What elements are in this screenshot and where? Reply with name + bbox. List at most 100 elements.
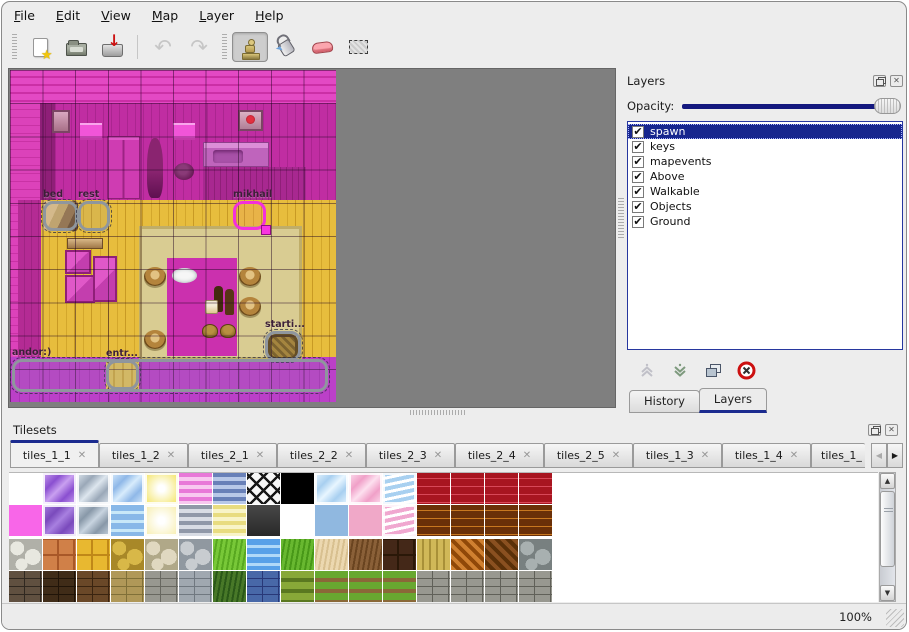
tile-swatch[interactable] [247, 539, 280, 570]
tile-swatch[interactable] [485, 571, 518, 602]
tile-swatch[interactable] [383, 505, 416, 536]
tile-swatch[interactable] [247, 473, 280, 504]
map-canvas[interactable]: bedrestmikhailstarti...entr...andor:) [10, 70, 336, 402]
tile-swatch[interactable] [43, 571, 76, 602]
layer-visibility-checkbox[interactable]: ✔ [632, 186, 644, 198]
delete-layer-button[interactable] [734, 358, 758, 382]
tile-swatch[interactable] [451, 505, 484, 536]
tileset-tab-tiles_2_2[interactable]: tiles_2_2✕ [277, 443, 366, 468]
lower-layer-button[interactable] [668, 358, 692, 382]
close-tab-icon[interactable]: ✕ [256, 450, 264, 461]
layer-row-walkable[interactable]: ✔Walkable [628, 184, 902, 199]
tile-swatch[interactable] [179, 539, 212, 570]
float-panel-button[interactable] [873, 75, 886, 87]
tileset-tab-tiles_1_2[interactable]: tiles_1_2✕ [99, 443, 188, 468]
tile-swatch[interactable] [315, 505, 348, 536]
stamp-tool-button[interactable] [232, 32, 268, 62]
tile-swatch[interactable] [451, 571, 484, 602]
tileset-scrollbar[interactable]: ▲ ▼ [879, 472, 896, 602]
scroll-down-button[interactable]: ▼ [880, 585, 895, 601]
tile-swatch[interactable] [43, 505, 76, 536]
tile-swatch[interactable] [179, 473, 212, 504]
slider-handle[interactable] [874, 98, 901, 114]
tileset-tab-tiles_1_3[interactable]: tiles_1_3✕ [633, 443, 722, 468]
tile-swatch[interactable] [417, 539, 450, 570]
tile-swatch[interactable] [179, 505, 212, 536]
undo-button[interactable]: ↶ [145, 32, 181, 62]
tile-palette[interactable] [9, 472, 878, 602]
menu-item-edit[interactable]: Edit [56, 8, 80, 23]
map-object-starti[interactable] [265, 331, 301, 361]
close-tab-icon[interactable]: ✕ [78, 450, 86, 461]
tile-swatch[interactable] [315, 539, 348, 570]
tile-swatch[interactable] [417, 571, 450, 602]
redo-button[interactable]: ↷ [181, 32, 217, 62]
layer-visibility-checkbox[interactable]: ✔ [632, 126, 644, 138]
close-panel-button[interactable]: ✕ [890, 75, 903, 87]
tile-swatch[interactable] [145, 571, 178, 602]
close-tab-icon[interactable]: ✕ [790, 450, 798, 461]
eraser-tool-button[interactable] [304, 32, 340, 62]
tileset-tab-tiles_1_1[interactable]: tiles_1_1✕ [10, 440, 99, 468]
tile-swatch[interactable] [111, 571, 144, 602]
tile-swatch[interactable] [451, 473, 484, 504]
map-object-mikhail[interactable] [233, 201, 266, 230]
float-panel-button[interactable] [868, 424, 881, 436]
layer-row-objects[interactable]: ✔Objects [628, 199, 902, 214]
tile-swatch[interactable] [349, 539, 382, 570]
dock-tab-layers[interactable]: Layers [699, 388, 767, 413]
tile-swatch[interactable] [485, 473, 518, 504]
scroll-up-button[interactable]: ▲ [880, 473, 895, 489]
tile-swatch[interactable] [485, 505, 518, 536]
tile-swatch[interactable] [485, 539, 518, 570]
menu-item-file[interactable]: File [14, 8, 35, 23]
layer-row-above[interactable]: ✔Above [628, 169, 902, 184]
scroll-tabs-left-button[interactable]: ◀ [871, 443, 887, 468]
close-tab-icon[interactable]: ✕ [701, 450, 709, 461]
map-viewport[interactable]: bedrestmikhailstarti...entr...andor:) [8, 68, 616, 408]
tileset-tab-tiles_1_4[interactable]: tiles_1_4✕ [722, 443, 811, 468]
tile-swatch[interactable] [111, 539, 144, 570]
toolbar-drag-handle[interactable] [222, 34, 227, 60]
scroll-tabs-right-button[interactable]: ▶ [887, 443, 903, 468]
tile-swatch[interactable] [349, 473, 382, 504]
resize-grip[interactable] [886, 609, 904, 627]
menu-item-layer[interactable]: Layer [199, 8, 234, 23]
opacity-slider[interactable] [682, 98, 901, 114]
close-panel-button[interactable]: ✕ [885, 424, 898, 436]
tile-swatch[interactable] [281, 571, 314, 602]
tileset-tab-tiles_2_5[interactable]: tiles_2_5✕ [544, 443, 633, 468]
save-button[interactable] [94, 32, 130, 62]
tile-swatch[interactable] [383, 473, 416, 504]
tile-swatch[interactable] [111, 473, 144, 504]
layer-row-keys[interactable]: ✔keys [628, 139, 902, 154]
tile-swatch[interactable] [145, 539, 178, 570]
fill-tool-button[interactable] [268, 32, 304, 62]
tile-swatch[interactable] [315, 571, 348, 602]
tile-swatch[interactable] [281, 539, 314, 570]
menu-item-map[interactable]: Map [152, 8, 178, 23]
slider-track[interactable] [682, 104, 897, 109]
layer-row-ground[interactable]: ✔Ground [628, 214, 902, 229]
tile-swatch[interactable] [9, 505, 42, 536]
tile-swatch[interactable] [247, 571, 280, 602]
tile-swatch[interactable] [451, 539, 484, 570]
duplicate-layer-button[interactable] [701, 358, 725, 382]
close-tab-icon[interactable]: ✕ [523, 450, 531, 461]
map-object-andor[interactable] [12, 359, 328, 392]
tile-swatch[interactable] [9, 473, 42, 504]
open-file-button[interactable] [58, 32, 94, 62]
layer-visibility-checkbox[interactable]: ✔ [632, 141, 644, 153]
tileset-tab-tiles_2_4[interactable]: tiles_2_4✕ [455, 443, 544, 468]
tileset-tab-tiles_1_[interactable]: tiles_1_ [811, 443, 865, 468]
close-tab-icon[interactable]: ✕ [345, 450, 353, 461]
tile-swatch[interactable] [383, 571, 416, 602]
tile-swatch[interactable] [77, 505, 110, 536]
tile-swatch[interactable] [77, 539, 110, 570]
scrollbar-thumb[interactable] [880, 491, 895, 567]
dock-tab-history[interactable]: History [629, 390, 700, 413]
layer-visibility-checkbox[interactable]: ✔ [632, 216, 644, 228]
tile-swatch[interactable] [349, 505, 382, 536]
tile-swatch[interactable] [213, 539, 246, 570]
tile-swatch[interactable] [145, 505, 178, 536]
